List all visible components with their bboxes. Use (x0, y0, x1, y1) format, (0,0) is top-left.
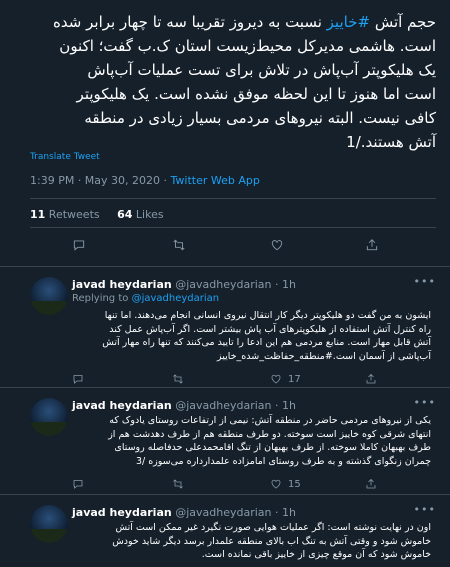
reply-line: انتهای شرقی کوه خاییز است سوخته. دو طرف … (108, 428, 431, 440)
reply-line: یکی از نیروهای مردمی حاضر در منطقه آتش: … (109, 415, 431, 426)
share-icon (366, 478, 376, 489)
like-button[interactable] (270, 238, 284, 252)
reply-header: javad heydarian @javadheydarian · 1h (72, 506, 296, 519)
reply-icon (73, 240, 85, 251)
mention-link[interactable]: @javadheydarian (132, 293, 220, 304)
reply-button[interactable] (72, 238, 86, 252)
reply-line: ایشون به من گفت دو هلیکوپتر دیگر کار انت… (104, 310, 431, 321)
heart-icon (271, 479, 281, 489)
divider (30, 227, 436, 228)
reply-tweet[interactable]: javad heydarian @javadheydarian · 1h •••… (0, 387, 450, 493)
hashtag-link[interactable]: #خاییز (327, 13, 370, 31)
reply-line: خاموش شود و وقتی آتش به تنگ اب بالای منط… (112, 535, 431, 547)
tweet-stats: 11 Retweets 64 Likes (30, 208, 164, 221)
retweet-button[interactable] (172, 373, 184, 385)
reply-line: طرف بهبهان کاملا سوخته. از طرف بهبهان از… (114, 442, 431, 453)
share-button[interactable] (365, 373, 377, 385)
like-button[interactable]: 15 (270, 478, 301, 490)
heart-icon (271, 374, 281, 384)
reply-button[interactable] (72, 478, 84, 490)
tweet-meta: 1:39 PM · May 30, 2020 · Twitter Web App (30, 174, 260, 187)
like-button[interactable]: 17 (270, 373, 301, 385)
reply-line: راه کنترل آتش استفاده از هلیکوپترهای آب … (109, 323, 431, 335)
author-handle[interactable]: @javadheydarian (175, 399, 271, 412)
reply-line: چمران زنگوای گذشته و به طرف روستای امامز… (135, 455, 431, 467)
reply-text: اون در نهایت نوشته است: اگر عملیات هوایی… (26, 521, 431, 562)
tweet-line-5: کافی نیست. البته نیروهای مردمی بسیار زیا… (84, 109, 436, 127)
author-name[interactable]: javad heydarian (72, 506, 172, 519)
likes-stat[interactable]: 64 Likes (117, 208, 163, 221)
main-tweet-text: حجم آتش #خاییز نسبت به دیروز تقریبا سه ت… (26, 10, 436, 154)
reply-line: آب‌پاشی از آسمان است.#منطقه_حفاظت_شده_خا… (217, 350, 431, 362)
tweet-source-link[interactable]: Twitter Web App (171, 174, 260, 187)
reply-text: یکی از نیروهای مردمی حاضر در منطقه آتش: … (26, 414, 431, 468)
tweet-timestamp[interactable]: 1:39 PM · May 30, 2020 · (30, 174, 171, 187)
heart-icon (271, 240, 283, 251)
tweet-line-4: است اما هنوز تا این لحظه موفق نشده است. … (76, 85, 436, 103)
reply-icon (73, 375, 83, 384)
retweets-stat[interactable]: 11 Retweets (30, 208, 100, 221)
reply-header: javad heydarian @javadheydarian · 1h (72, 399, 296, 412)
retweet-button[interactable] (172, 478, 184, 490)
reply-line: خاموش شود که آن موقع چیزی از خاییز باقی … (201, 549, 431, 560)
share-icon (366, 373, 376, 384)
share-icon (366, 239, 378, 251)
tweet-line-3: یک هلیکوپتر آب‌پاش در تلاش برای تست عملی… (87, 61, 436, 79)
more-icon[interactable]: ••• (414, 275, 436, 288)
tweet-line-6: آتش هستند./1 (346, 133, 436, 151)
reply-line: آتش قابل مهار است. منابع مردمی هم این اد… (102, 337, 431, 348)
share-button[interactable] (365, 238, 379, 252)
retweet-button[interactable] (172, 238, 186, 252)
retweet-icon (173, 239, 185, 251)
reply-tweet[interactable]: javad heydarian @javadheydarian · 1h •••… (0, 494, 450, 567)
more-icon[interactable]: ••• (414, 503, 436, 516)
reply-time[interactable]: · 1h (272, 278, 296, 291)
main-tweet-actions (0, 233, 450, 259)
author-handle[interactable]: @javadheydarian (175, 278, 271, 291)
reply-button[interactable] (72, 373, 84, 385)
reply-tweet[interactable]: javad heydarian @javadheydarian · 1h •••… (0, 266, 450, 386)
more-icon[interactable]: ••• (414, 396, 436, 409)
replying-to: Replying to @javadheydarian (72, 293, 220, 304)
tweet-line-2: است. هاشمی مدیرکل محیط‌زیست استان ک.ب گف… (59, 37, 436, 55)
reply-line: اون در نهایت نوشته است: اگر عملیات هوایی… (115, 522, 432, 533)
share-button[interactable] (365, 478, 377, 490)
reply-icon (73, 480, 83, 489)
like-count: 15 (288, 478, 301, 490)
author-name[interactable]: javad heydarian (72, 399, 172, 412)
reply-header: javad heydarian @javadheydarian · 1h (72, 278, 296, 291)
divider (30, 198, 436, 199)
reply-time[interactable]: · 1h (272, 399, 296, 412)
reply-text: ایشون به من گفت دو هلیکوپتر دیگر کار انت… (26, 309, 431, 363)
reply-actions: 15 (0, 478, 450, 494)
author-handle[interactable]: @javadheydarian (175, 506, 271, 519)
author-name[interactable]: javad heydarian (72, 278, 172, 291)
tweet-line-1: حجم آتش #خاییز نسبت به دیروز تقریبا سه ت… (53, 13, 436, 31)
translate-tweet-link[interactable]: Translate Tweet (30, 152, 100, 162)
retweet-icon (173, 374, 183, 384)
like-count: 17 (288, 373, 301, 385)
retweet-icon (173, 479, 183, 489)
reply-time[interactable]: · 1h (272, 506, 296, 519)
